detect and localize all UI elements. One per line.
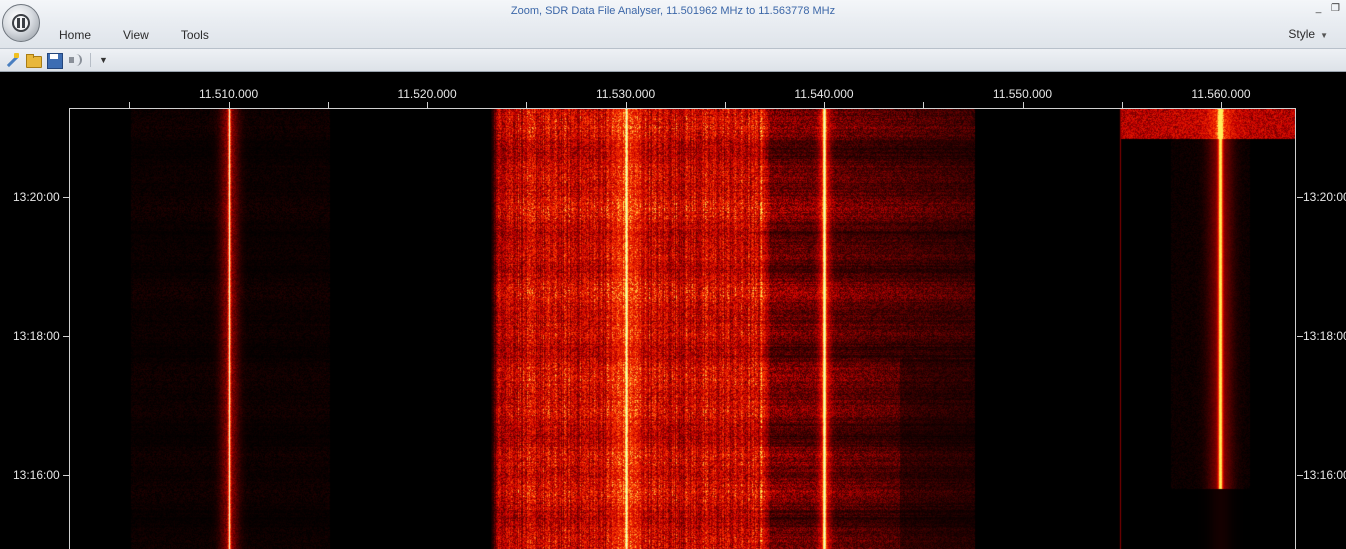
- window-title: Zoom, SDR Data File Analyser, 11.501962 …: [510, 5, 836, 17]
- frequency-label: 11.540.000: [794, 87, 854, 101]
- menu-tools[interactable]: Tools: [181, 28, 209, 42]
- style-menu[interactable]: Style ▼: [1288, 27, 1328, 41]
- menu-home[interactable]: Home: [59, 28, 91, 42]
- time-tick: [1297, 336, 1303, 337]
- frequency-label: 11.530.000: [595, 87, 656, 101]
- window-controls: _ ❐: [1314, 3, 1340, 14]
- frequency-label: 11.550.000: [992, 87, 1053, 101]
- time-label-left: 13:20:00: [13, 190, 60, 204]
- time-label-right: 13:16:00: [1303, 468, 1346, 482]
- toolbar-separator: [90, 53, 91, 67]
- time-label-right: 13:20:00: [1303, 190, 1346, 204]
- speaker-icon[interactable]: [67, 52, 83, 68]
- time-tick: [1297, 475, 1303, 476]
- ribbon-menu: Home View Tools: [59, 28, 241, 42]
- frequency-label: 11.560.000: [1191, 87, 1251, 101]
- wand-icon[interactable]: [4, 52, 20, 68]
- quick-access-toolbar: ▼: [0, 49, 1346, 72]
- restore-icon[interactable]: ❐: [1331, 3, 1340, 14]
- title-bar: Zoom, SDR Data File Analyser, 11.501962 …: [0, 0, 1346, 49]
- time-label-left: 13:18:00: [13, 329, 60, 343]
- waterfall-display[interactable]: 11.510.000 11.520.000 11.530.000 11.540.000…: [0, 73, 1346, 549]
- time-label-right: 13:18:00: [1303, 329, 1346, 343]
- menu-view[interactable]: View: [123, 28, 149, 42]
- style-menu-label: Style: [1288, 27, 1316, 41]
- waterfall-canvas[interactable]: [70, 109, 1295, 549]
- waterfall-frame[interactable]: [69, 108, 1296, 549]
- frequency-label: 11.510.000: [198, 87, 259, 101]
- open-folder-icon[interactable]: [25, 52, 42, 68]
- time-label-left: 13:16:00: [13, 468, 60, 482]
- customize-dropdown-icon[interactable]: ▼: [99, 55, 108, 65]
- chevron-down-icon: ▼: [1320, 31, 1328, 40]
- minimize-icon[interactable]: _: [1314, 3, 1323, 14]
- time-tick: [1297, 197, 1303, 198]
- frequency-label: 11.520.000: [397, 87, 457, 101]
- save-icon[interactable]: [46, 52, 63, 69]
